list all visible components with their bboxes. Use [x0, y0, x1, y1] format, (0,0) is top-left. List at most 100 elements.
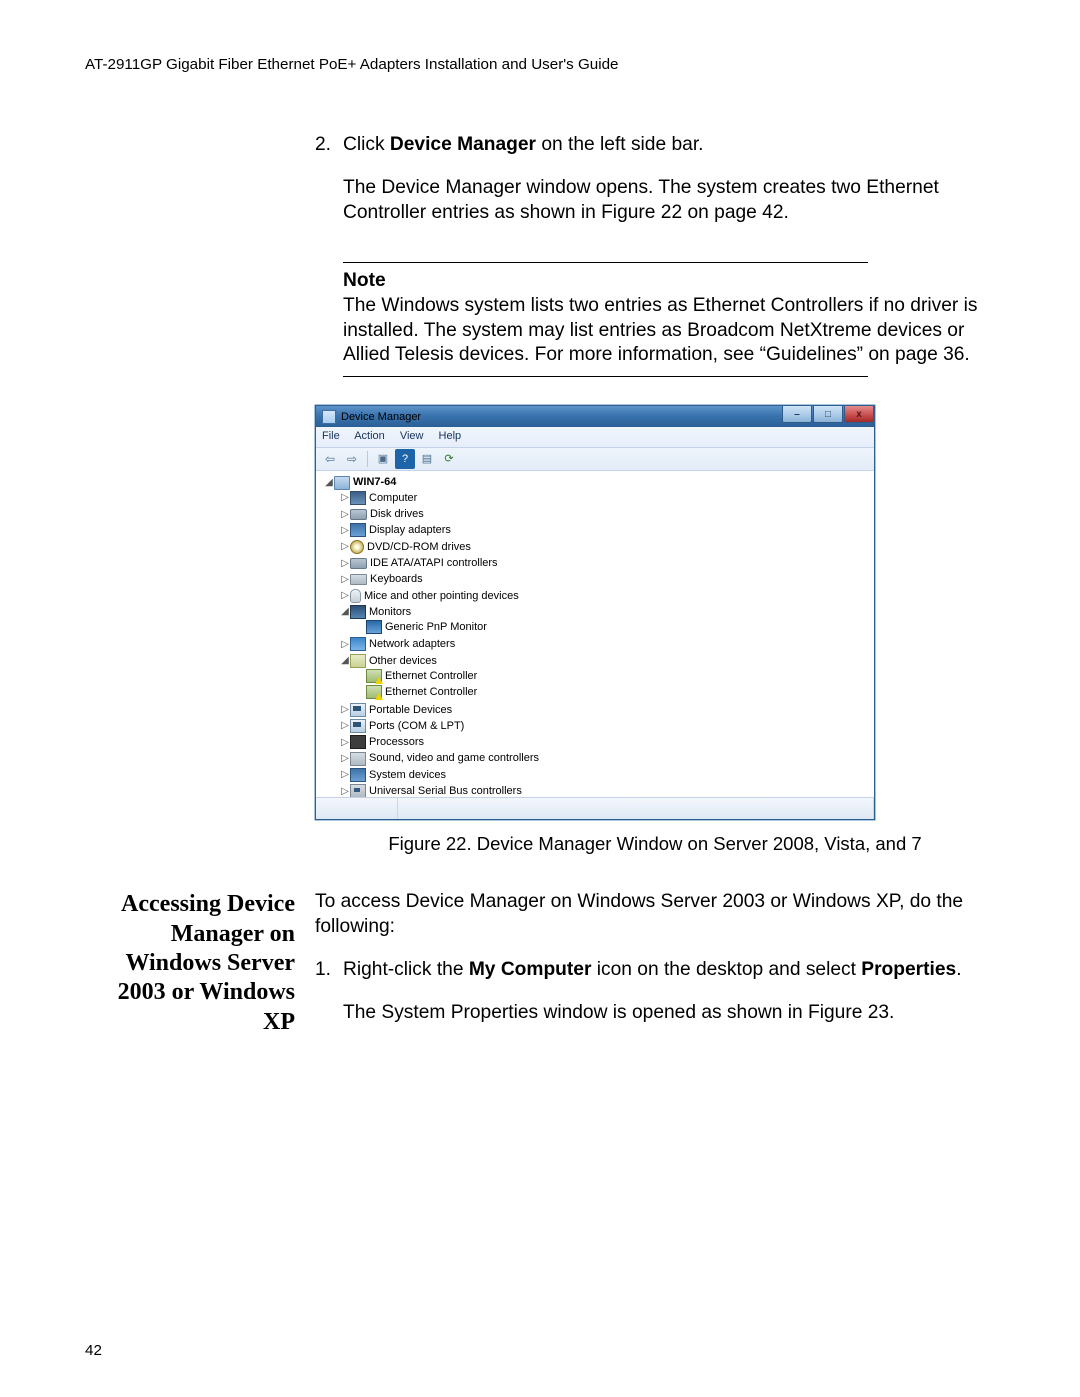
- tree-keyboards[interactable]: ▷Keyboards: [340, 571, 870, 587]
- processor-icon: [350, 735, 366, 749]
- tree-label: Disk drives: [370, 508, 424, 520]
- note-body: The Windows system lists two entries as …: [343, 294, 995, 369]
- menu-action[interactable]: Action: [354, 430, 385, 442]
- menu-view[interactable]: View: [400, 430, 424, 442]
- menu-help[interactable]: Help: [439, 430, 462, 442]
- help-button[interactable]: ?: [395, 449, 415, 469]
- close-button[interactable]: x: [844, 406, 874, 423]
- tree-network-adapters[interactable]: ▷ Network adapters: [340, 636, 870, 652]
- tree-display-adapters[interactable]: ▷ Display adapters: [340, 522, 870, 538]
- computer-icon: [350, 491, 366, 505]
- tree-dvd[interactable]: ▷ DVD/CD-ROM drives: [340, 539, 870, 555]
- sound-icon: [350, 752, 366, 766]
- scan-hardware-button[interactable]: ⟳: [439, 449, 459, 469]
- tree-label: IDE ATA/ATAPI controllers: [370, 557, 498, 569]
- menu-bar: File Action View Help: [316, 427, 874, 448]
- expand-icon[interactable]: ◢: [324, 476, 334, 489]
- window-titlebar[interactable]: Device Manager – □ x: [316, 406, 874, 427]
- status-cell: [316, 798, 398, 819]
- step-2: 2. Click Device Manager on the left side…: [315, 133, 995, 244]
- expand-icon[interactable]: ▷: [340, 573, 350, 586]
- expand-icon[interactable]: ▷: [340, 491, 350, 504]
- ports-icon: [350, 719, 366, 733]
- menu-file[interactable]: File: [322, 430, 340, 442]
- minimize-button[interactable]: –: [782, 406, 812, 423]
- computer-root-icon: [334, 476, 350, 490]
- note-block: Note The Windows system lists two entrie…: [343, 269, 995, 369]
- display-icon: [350, 523, 366, 537]
- tree-system-devices[interactable]: ▷ System devices: [340, 767, 870, 783]
- expand-icon[interactable]: ◢: [340, 654, 350, 667]
- expand-icon[interactable]: ▷: [340, 508, 350, 521]
- maximize-button[interactable]: □: [813, 406, 843, 423]
- tree-root[interactable]: ◢ WIN7-64 ▷ Computer ▷ Disk drives ▷ Display…: [324, 474, 870, 797]
- note-title: Note: [343, 269, 995, 294]
- disk-icon: [350, 509, 367, 520]
- device-tree[interactable]: ◢ WIN7-64 ▷ Computer ▷ Disk drives ▷ Display…: [316, 471, 874, 797]
- forward-button[interactable]: ⇨: [342, 449, 362, 469]
- tree-label: Generic PnP Monitor: [385, 621, 487, 633]
- tree-sound[interactable]: ▷ Sound, video and game controllers: [340, 750, 870, 766]
- expand-icon[interactable]: ▷: [340, 589, 350, 602]
- tree-monitors[interactable]: ◢ Monitors Generic PnP Monitor: [340, 604, 870, 637]
- tree-label: DVD/CD-ROM drives: [367, 541, 471, 553]
- properties-button[interactable]: ▣: [373, 449, 393, 469]
- step-2-number: 2.: [315, 133, 343, 244]
- page-number: 42: [85, 1342, 102, 1359]
- expand-icon[interactable]: ▷: [340, 524, 350, 537]
- tree-computer[interactable]: ▷ Computer: [340, 490, 870, 506]
- expand-icon[interactable]: ▷: [340, 719, 350, 732]
- tree-ports[interactable]: ▷Ports (COM & LPT): [340, 718, 870, 734]
- tree-label: Sound, video and game controllers: [369, 752, 539, 764]
- show-hidden-button[interactable]: ▤: [417, 449, 437, 469]
- toolbar: ⇦ ⇨ ▣ ? ▤ ⟳: [316, 448, 874, 471]
- tree-label: Display adapters: [369, 524, 451, 536]
- tree-root-label: WIN7-64: [353, 476, 396, 488]
- tree-label: Mice and other pointing devices: [364, 590, 519, 602]
- system-icon: [350, 768, 366, 782]
- device-manager-window: Device Manager – □ x File Action View He…: [315, 405, 875, 820]
- tree-other-devices[interactable]: ◢ Other devices Ethernet Controller Ether…: [340, 653, 870, 702]
- back-button[interactable]: ⇦: [320, 449, 340, 469]
- portable-icon: [350, 703, 366, 717]
- tree-label: Universal Serial Bus controllers: [369, 785, 522, 797]
- dvd-icon: [350, 540, 364, 554]
- tree-label: Processors: [369, 736, 424, 748]
- expand-icon[interactable]: ▷: [340, 752, 350, 765]
- tree-label: System devices: [369, 769, 446, 781]
- expand-icon[interactable]: ▷: [340, 638, 350, 651]
- tree-usb[interactable]: ▷ Universal Serial Bus controllers: [340, 783, 870, 797]
- tree-ide[interactable]: ▷ IDE ATA/ATAPI controllers: [340, 555, 870, 571]
- expand-icon[interactable]: ▷: [340, 785, 350, 798]
- tree-label: Network adapters: [369, 638, 455, 650]
- other-devices-icon: [350, 654, 366, 668]
- warning-device-icon: [366, 669, 382, 683]
- expand-icon[interactable]: ▷: [340, 703, 350, 716]
- step-1-number: 1.: [315, 958, 343, 1044]
- tree-label: Ethernet Controller: [385, 670, 477, 682]
- expand-icon[interactable]: ▷: [340, 557, 350, 570]
- step-1-instruction: Right-click the My Computer icon on the …: [343, 958, 995, 983]
- tree-ethernet-controller-1[interactable]: Ethernet Controller: [356, 668, 870, 684]
- section2-intro: To access Device Manager on Windows Serv…: [315, 890, 995, 940]
- status-cell: [398, 798, 874, 819]
- tree-mice[interactable]: ▷ Mice and other pointing devices: [340, 588, 870, 604]
- step-2-instruction: Click Device Manager on the left side ba…: [343, 133, 995, 158]
- tree-disk-drives[interactable]: ▷ Disk drives: [340, 506, 870, 522]
- expand-icon[interactable]: ◢: [340, 605, 350, 618]
- tree-label: Computer: [369, 492, 417, 504]
- expand-icon[interactable]: ▷: [340, 768, 350, 781]
- tree-label: Monitors: [369, 606, 411, 618]
- network-icon: [350, 637, 366, 651]
- expand-icon[interactable]: ▷: [340, 736, 350, 749]
- tree-label: Other devices: [369, 655, 437, 667]
- mouse-icon: [350, 589, 361, 603]
- step-1-xp: 1. Right-click the My Computer icon on t…: [315, 958, 995, 1044]
- tree-label: Ethernet Controller: [385, 686, 477, 698]
- tree-portable-devices[interactable]: ▷Portable Devices: [340, 702, 870, 718]
- expand-icon[interactable]: ▷: [340, 540, 350, 553]
- tree-processors[interactable]: ▷ Processors: [340, 734, 870, 750]
- tree-ethernet-controller-2[interactable]: Ethernet Controller: [356, 684, 870, 700]
- warning-device-icon: [366, 685, 382, 699]
- tree-generic-pnp-monitor[interactable]: Generic PnP Monitor: [356, 619, 870, 635]
